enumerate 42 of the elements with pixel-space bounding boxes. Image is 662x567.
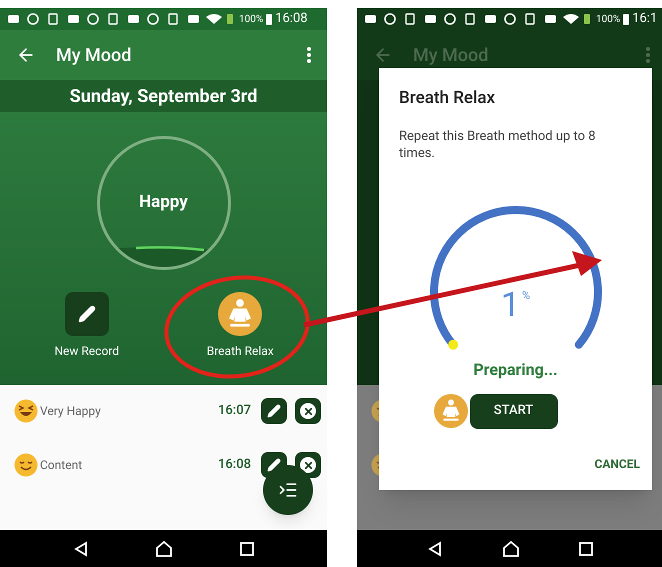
recents-icon[interactable] [240, 542, 254, 556]
pencil-icon [267, 458, 281, 472]
battery-icon [266, 13, 272, 25]
status-time: 16:08 [275, 10, 308, 28]
edit-record-button[interactable] [261, 398, 287, 424]
mood-label: Happy [139, 191, 188, 214]
record-mood: Content [40, 457, 82, 474]
pencil-icon [267, 404, 281, 418]
delete-record-button[interactable] [295, 398, 321, 424]
date-label: Sunday, September 3rd [70, 84, 258, 108]
dialog-title: Breath Relax [399, 87, 496, 110]
progress-unit: % [522, 288, 530, 304]
app-title: My Mood [413, 44, 488, 68]
laughing-face-icon [14, 399, 38, 423]
status-time: 16:1 [632, 10, 658, 28]
pencil-icon [78, 305, 96, 323]
status-label: Preparing... [472, 358, 559, 380]
more-options-icon[interactable] [307, 47, 311, 63]
battery-percent: 100% [596, 12, 620, 26]
record-time: 16:08 [218, 456, 251, 474]
floating-action-button[interactable] [263, 465, 313, 515]
new-record-button[interactable]: New Record [26, 292, 147, 360]
battery-icon [623, 13, 630, 25]
more-options-icon [646, 47, 650, 63]
back-icon[interactable] [426, 540, 442, 556]
home-icon[interactable] [502, 540, 520, 556]
smiling-face-icon [14, 453, 38, 477]
cancel-button[interactable]: CANCEL [594, 454, 640, 472]
recents-icon[interactable] [578, 542, 592, 556]
battery-percent: 100% [239, 12, 264, 26]
start-button[interactable]: START [470, 394, 558, 428]
app-title: My Mood [56, 44, 132, 68]
meditation-icon[interactable] [218, 292, 262, 336]
close-icon [300, 457, 316, 473]
home-icon[interactable] [155, 540, 174, 556]
record-time: 16:07 [218, 402, 251, 420]
back-icon[interactable] [73, 540, 90, 556]
close-icon [300, 403, 316, 419]
dialog-message: Repeat this Breath method up to 8 times. [399, 128, 597, 162]
breath-relax-button[interactable]: Breath Relax [180, 292, 300, 360]
progress-value: 1 [500, 288, 520, 322]
record-mood: Very Happy [40, 403, 101, 420]
